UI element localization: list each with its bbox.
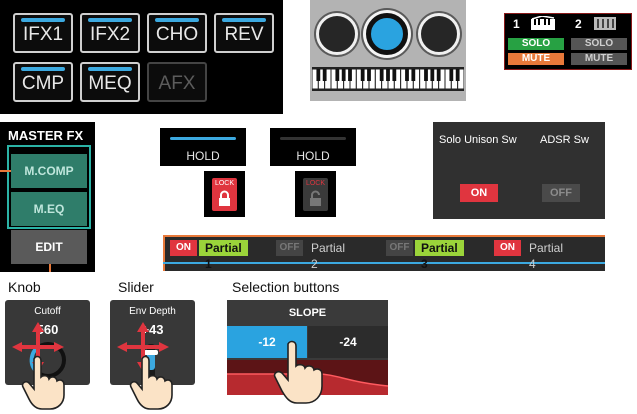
fx-button-label: CMP [21,73,65,94]
black-key [392,69,397,81]
lock-button-on[interactable]: LOCK [204,171,245,217]
fx-button-label: REV [224,24,264,45]
slope-title: SLOPE [288,307,327,319]
hold-label: HOLD [186,149,220,163]
fx-button-cmp[interactable]: CMP [13,62,73,102]
black-key [335,69,340,81]
fx-button-panel: IFX1 IFX2 CHO REV CMP MEQ AFX [0,0,283,114]
solo-button[interactable]: SOLO [508,38,564,50]
active-indicator [222,18,266,22]
pad-panel [310,0,466,101]
frame-line [163,235,605,237]
black-key [379,69,384,81]
black-key [405,69,409,81]
instrument-icon [531,16,555,30]
switch-panel: Solo Unison Sw ADSR Sw ON OFF [433,122,605,219]
frame-line [163,262,605,264]
fx-button-rev[interactable]: REV [214,13,274,53]
lock-label: LOCK [305,180,326,187]
partial-on-button[interactable]: ON [170,240,197,256]
black-key [348,69,352,81]
keyboard-icon [312,67,464,91]
mute-button[interactable]: MUTE [571,53,627,65]
black-key [322,69,327,81]
lock-label: LOCK [214,180,235,187]
solo-unison-label: Solo Unison Sw [439,134,517,146]
black-key [455,69,460,81]
adsr-label: ADSR Sw [540,134,589,146]
fx-button-afx[interactable]: AFX [147,62,207,102]
pointing-hand-icon [21,355,65,410]
black-key [411,69,416,81]
partial-on-button[interactable]: ON [494,240,521,256]
partial-name: Partial 4 [529,241,564,271]
drum-pad-icon[interactable] [418,13,460,55]
solo-unison-switch[interactable]: ON [460,184,498,202]
adsr-switch[interactable]: OFF [542,184,580,202]
black-key [316,69,321,81]
pointing-hand-icon [129,355,173,410]
master-fx-title: MASTER FX [8,128,84,143]
active-indicator [88,67,132,71]
knob-caption: Knob [8,279,41,295]
partial-switch-strip: ON Partial 1 OFF Partial 2 OFF Partial 3… [163,235,605,271]
padlock-open-icon [310,190,321,206]
partial-name: Partial 2 [311,241,346,271]
signal-line [49,263,51,272]
black-key [436,69,441,81]
black-key [449,69,454,81]
pointing-hand-icon [273,340,323,404]
drum-pad-icon[interactable] [316,13,358,55]
black-key [341,69,346,81]
fx-button-meq[interactable]: MEQ [80,62,140,102]
black-key [360,69,365,81]
signal-line [0,170,11,172]
partial-name: Partial 3 [415,240,464,271]
lock-face: LOCK [303,178,328,211]
black-key [430,69,435,81]
instrument-icon [594,17,616,30]
black-key [424,69,428,81]
master-comp-button[interactable]: M.COMP [11,154,87,188]
solo-button[interactable]: SOLO [571,38,627,50]
active-indicator [155,18,199,22]
partial-on-button[interactable]: OFF [276,240,303,256]
fx-button-ifx1[interactable]: IFX1 [13,13,73,53]
part-number: 2 [575,17,582,31]
mute-button[interactable]: MUTE [508,53,564,65]
fx-button-label: MEQ [88,73,132,94]
hold-button-off[interactable]: HOLD [270,128,356,166]
black-key [367,69,371,81]
drum-pad-icon[interactable] [366,13,408,55]
active-indicator [21,18,65,22]
fx-button-label: IFX1 [22,24,64,45]
inactive-indicator [280,137,346,140]
partial-name: Partial 1 [199,240,248,271]
part-solo-mute-panel: 1 2 SOLO MUTE SOLO MUTE [504,13,632,70]
active-indicator [21,67,65,71]
fx-button-label: AFX [158,73,196,94]
fx-button-ifx2[interactable]: IFX2 [80,13,140,53]
black-key [386,69,390,81]
lock-button-off[interactable]: LOCK [295,171,336,217]
part-number: 1 [513,17,520,31]
slider-caption: Slider [118,279,154,295]
frame-line [163,237,165,271]
master-fx-panel: MASTER FX M.COMP M.EQ EDIT [0,122,95,272]
padlock-icon [219,190,230,206]
active-indicator [170,137,236,140]
fx-button-cho[interactable]: CHO [147,13,207,53]
master-eq-button[interactable]: M.EQ [11,192,87,226]
fx-button-label: IFX2 [89,24,131,45]
lock-face: LOCK [212,178,237,211]
edit-button[interactable]: EDIT [11,230,87,264]
fx-button-label: CHO [155,24,199,45]
hold-button-on[interactable]: HOLD [160,128,246,166]
slider-title: Env Depth [129,306,176,317]
hold-label: HOLD [296,149,330,163]
selection-caption: Selection buttons [232,279,340,295]
partial-on-button[interactable]: OFF [386,240,413,256]
active-indicator [88,18,132,22]
